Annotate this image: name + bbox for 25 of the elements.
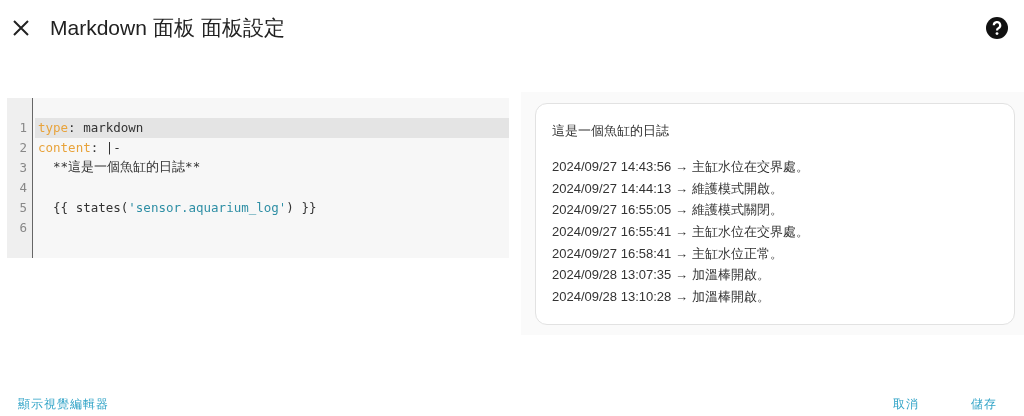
- save-button[interactable]: 儲存: [969, 393, 999, 416]
- code-line: {{ states('sensor.aquarium_log') }}: [52, 200, 317, 216]
- log-heading: 這是一個魚缸的日誌: [552, 121, 670, 140]
- log-entry: 2024/09/28 13:07:35 → 加溫棒開啟。: [552, 266, 771, 285]
- code-editor[interactable]: 1 type: markdown 2 content: |- 3 **這是一個魚缸的日誌** 4 5 {{ states('sensor.aquarium_log') }} 6: [7, 97, 509, 258]
- line-number: 3: [18, 158, 28, 177]
- code-line: **這是一個魚缸的日誌**: [52, 159, 201, 177]
- cancel-button[interactable]: 取消: [891, 393, 921, 416]
- log-entry: 2024/09/27 14:43:56 → 主缸水位在交界處。: [552, 157, 810, 176]
- line-number: 4: [18, 178, 28, 197]
- help-icon[interactable]: [986, 16, 1008, 39]
- code-line: content: |-: [38, 140, 121, 156]
- line-number: 1: [18, 118, 28, 137]
- log-entry: 2024/09/27 16:55:41 → 主缸水位在交界處。: [552, 222, 810, 241]
- line-number: 2: [18, 138, 28, 157]
- line-number: 5: [18, 198, 28, 217]
- code-line: type: markdown: [38, 120, 144, 136]
- close-button[interactable]: [12, 18, 30, 37]
- log-entry: 2024/09/27 14:44:13 → 維護模式開啟。: [552, 179, 784, 198]
- log-entry: 2024/09/28 13:10:28 → 加溫棒開啟。: [552, 288, 771, 307]
- log-entry: 2024/09/27 16:58:41 → 主缸水位正常。: [552, 244, 784, 263]
- visual-editor-link[interactable]: 顯示視覺編輯器: [16, 393, 111, 416]
- dialog-title: Markdown 面板 面板設定: [50, 14, 286, 41]
- line-number: 6: [18, 218, 28, 237]
- log-entry: 2024/09/27 16:55:05 → 維護模式關閉。: [552, 201, 784, 220]
